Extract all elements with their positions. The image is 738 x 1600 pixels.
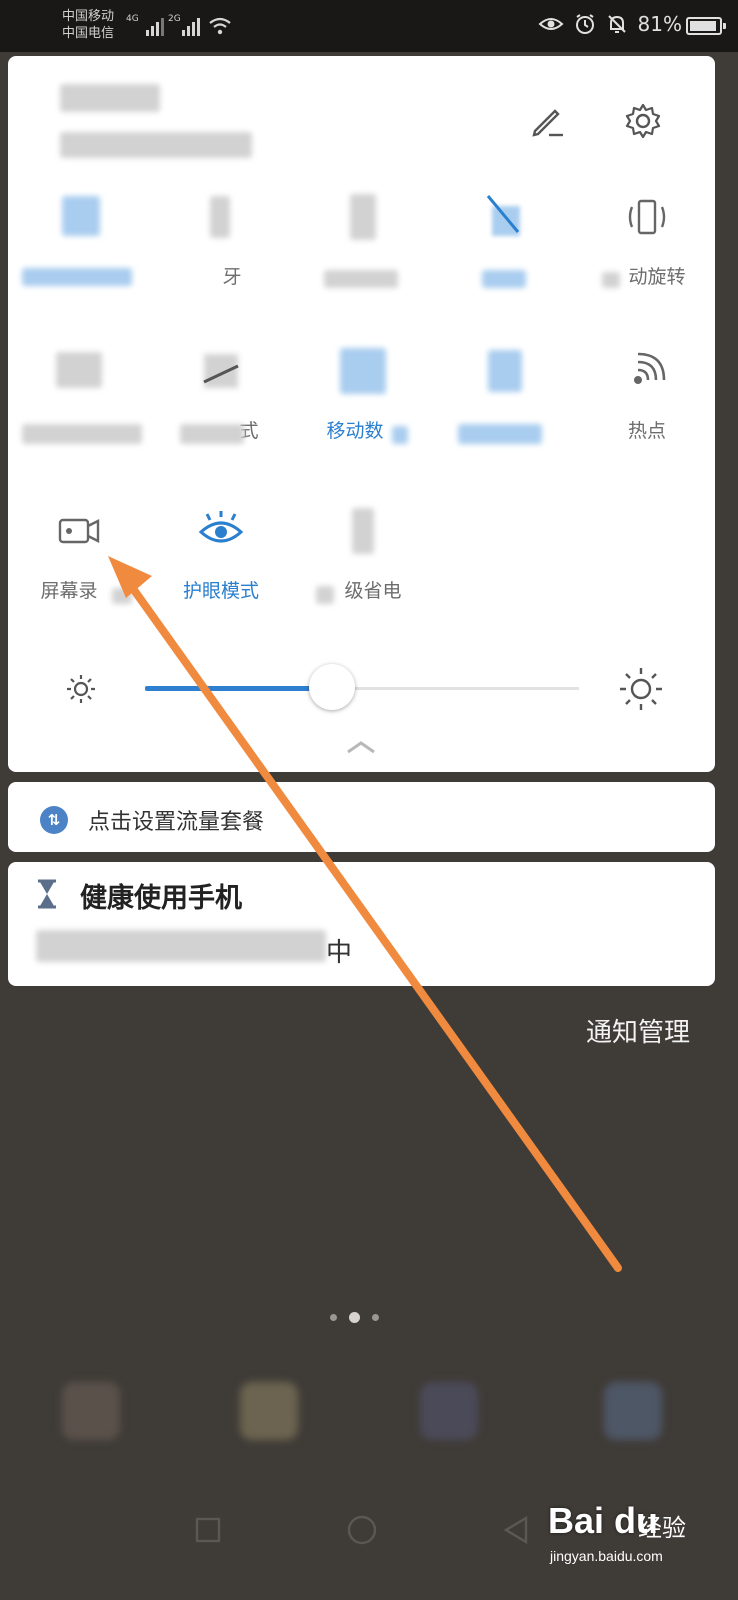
eye-comfort-icon bbox=[198, 511, 244, 543]
brightness-high-icon bbox=[620, 668, 662, 710]
gear-icon bbox=[625, 103, 661, 139]
dock-app-icon[interactable] bbox=[62, 1382, 120, 1440]
back-button[interactable] bbox=[496, 1510, 536, 1550]
tile-label-redacted bbox=[316, 586, 334, 604]
flashlight-icon bbox=[350, 194, 376, 240]
network-type-2: 2G bbox=[168, 14, 181, 24]
bluetooth-icon bbox=[210, 196, 230, 238]
wifi-status-icon bbox=[209, 17, 231, 35]
notification-body-suffix: 中 bbox=[326, 938, 353, 968]
dock-app-icon[interactable] bbox=[240, 1382, 298, 1440]
page-indicator bbox=[330, 1312, 379, 1323]
circle-icon bbox=[347, 1515, 377, 1545]
account-info-redacted bbox=[60, 132, 252, 158]
mobile-data-icon bbox=[340, 348, 386, 394]
tile-label: 热点 bbox=[627, 420, 666, 442]
tile-label-redacted bbox=[602, 272, 620, 288]
tile-label-redacted bbox=[392, 426, 408, 444]
brightness-slider-thumb[interactable] bbox=[308, 664, 355, 710]
tile-label-redacted bbox=[180, 424, 244, 444]
bell-icon bbox=[486, 195, 520, 236]
tile-label-redacted bbox=[458, 424, 542, 444]
tile-nfc[interactable] bbox=[434, 346, 576, 476]
brightness-slider-fill bbox=[145, 686, 332, 691]
status-right-group: 81% bbox=[538, 12, 682, 36]
tile-screen-record[interactable]: 屏幕录 bbox=[8, 506, 150, 636]
tile-flashlight[interactable] bbox=[292, 192, 434, 322]
hourglass-icon bbox=[38, 879, 56, 909]
screen-record-icon bbox=[58, 518, 100, 544]
carrier-2: 中国电信 bbox=[62, 26, 115, 41]
power-save-icon bbox=[352, 508, 374, 554]
tile-label: 级省电 bbox=[344, 580, 402, 602]
tile-eye-comfort[interactable]: 护眼模式 bbox=[150, 506, 292, 636]
baidu-watermark: Bai du 经验 jingyan.baidu.com bbox=[548, 1500, 698, 1570]
signal-icon bbox=[146, 14, 164, 36]
hotspot-icon bbox=[634, 352, 666, 384]
dock-app-icon[interactable] bbox=[420, 1382, 478, 1440]
data-plan-text: 点击设置流量套餐 bbox=[88, 810, 265, 835]
bell-muted-icon bbox=[607, 15, 626, 33]
alarm-icon bbox=[575, 14, 594, 34]
tile-label: 护眼模式 bbox=[182, 580, 259, 602]
notification-manage-link[interactable]: 通知管理 bbox=[586, 1012, 690, 1049]
tile-label-redacted bbox=[324, 270, 398, 288]
carrier-1: 中国移动 bbox=[62, 9, 115, 24]
wifi-icon bbox=[62, 196, 100, 236]
tile-wifi[interactable] bbox=[8, 192, 150, 322]
battery-percent: 81% bbox=[637, 12, 682, 36]
tile-label-redacted bbox=[482, 270, 526, 288]
tile-label-redacted bbox=[22, 268, 132, 286]
tile-label: 移动数 bbox=[326, 420, 384, 442]
home-button[interactable] bbox=[342, 1510, 382, 1550]
rotate-icon bbox=[628, 199, 666, 235]
nfc-icon bbox=[488, 350, 522, 392]
square-icon bbox=[195, 1517, 221, 1543]
carrier-labels: 中国移动 中国电信 bbox=[62, 8, 114, 42]
battery-icon bbox=[686, 17, 726, 35]
recents-button[interactable] bbox=[188, 1510, 228, 1550]
tile-mobile-data[interactable]: 移动数 bbox=[292, 346, 434, 476]
eye-icon bbox=[538, 18, 564, 30]
dock-app-icon[interactable] bbox=[604, 1382, 662, 1440]
account-name-redacted bbox=[60, 84, 160, 112]
tile-silent[interactable] bbox=[434, 192, 576, 322]
signal-icon-2 bbox=[182, 14, 200, 36]
tile-bluetooth[interactable]: 牙 bbox=[150, 192, 292, 322]
tile-airplane[interactable]: 式 bbox=[150, 346, 292, 476]
location-icon bbox=[56, 352, 102, 388]
tile-location[interactable] bbox=[8, 346, 150, 476]
settings-button[interactable] bbox=[618, 96, 668, 146]
tile-label-redacted bbox=[22, 424, 142, 444]
collapse-chevron-icon[interactable] bbox=[344, 738, 378, 756]
triangle-back-icon bbox=[503, 1515, 528, 1545]
pencil-icon bbox=[532, 109, 563, 137]
digital-balance-title: 健康使用手机 bbox=[80, 883, 242, 914]
quick-settings-panel: 牙 动旋转 式 移动数 热点 屏幕录 护眼模式 级省电 bbox=[8, 56, 715, 772]
airplane-icon bbox=[203, 354, 239, 388]
tile-label: 动旋转 bbox=[628, 266, 686, 288]
tile-label-redacted bbox=[112, 588, 132, 604]
status-bar: 中国移动 中国电信 4G 2G 81% bbox=[0, 0, 738, 52]
edit-button[interactable] bbox=[522, 96, 572, 146]
notification-body-redacted bbox=[36, 930, 326, 962]
watermark-url: jingyan.baidu.com bbox=[550, 1548, 663, 1564]
brightness-low-icon bbox=[67, 675, 95, 703]
watermark-suffix: 经验 bbox=[638, 1514, 686, 1542]
data-transfer-icon: ⇅ bbox=[40, 806, 68, 834]
network-type-1: 4G bbox=[126, 14, 139, 24]
tile-hotspot[interactable]: 热点 bbox=[576, 346, 718, 476]
tile-auto-rotate[interactable]: 动旋转 bbox=[576, 192, 718, 322]
tile-label: 牙 bbox=[222, 266, 242, 288]
tile-power-save[interactable]: 级省电 bbox=[292, 506, 434, 636]
